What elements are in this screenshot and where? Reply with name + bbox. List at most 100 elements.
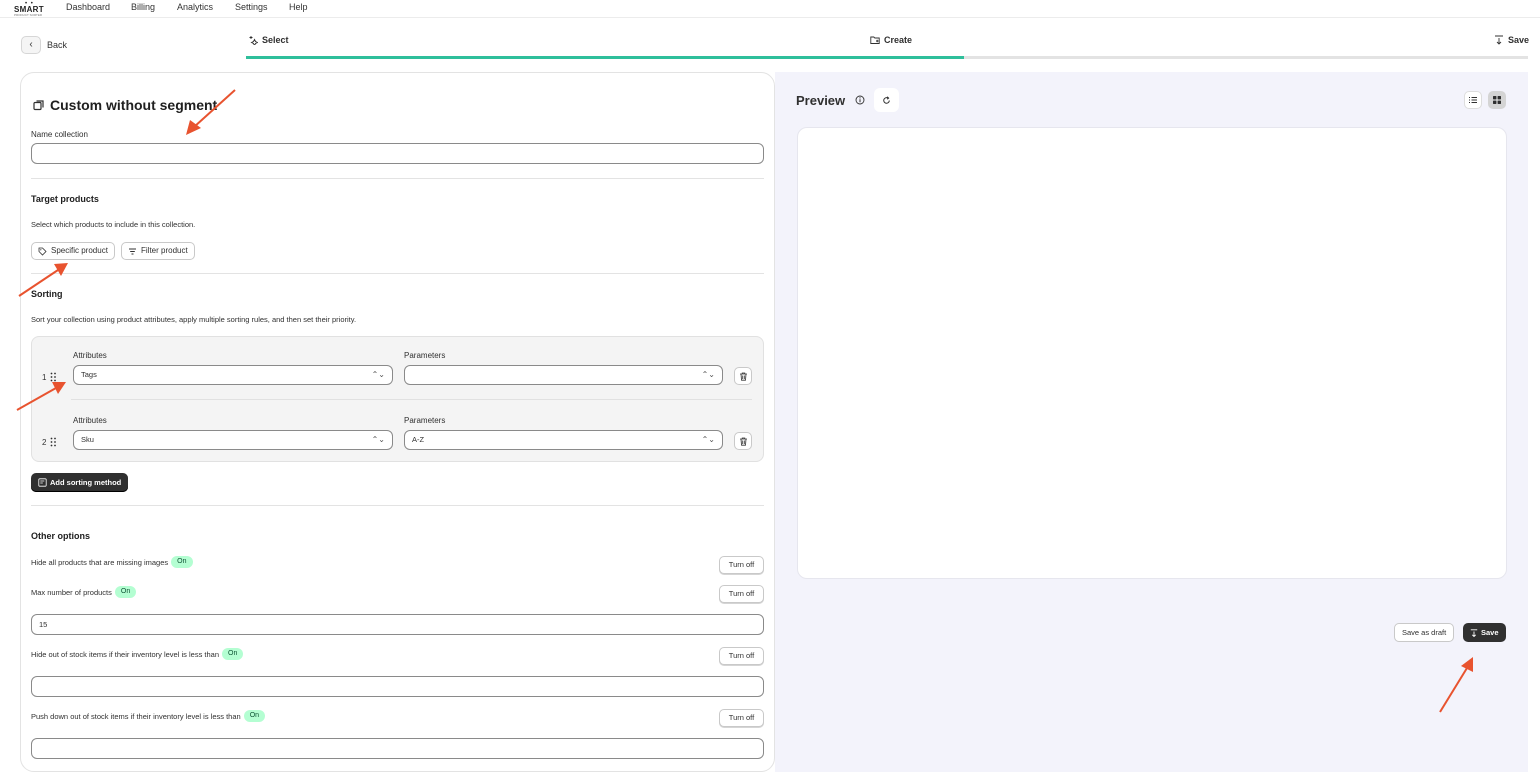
status-badge: On bbox=[243, 710, 266, 722]
progress-fill bbox=[246, 56, 964, 59]
page-title: Custom without segment bbox=[33, 97, 217, 113]
parameter-select[interactable]: A-Z ⌃⌄ bbox=[404, 430, 723, 450]
hide-inventory-threshold-input[interactable] bbox=[31, 676, 764, 697]
divider bbox=[31, 178, 764, 179]
list-view-toggle[interactable] bbox=[1464, 91, 1482, 109]
nav-link-settings[interactable]: Settings bbox=[235, 1, 268, 13]
nav-link-billing[interactable]: Billing bbox=[131, 1, 155, 13]
trash-icon bbox=[739, 372, 747, 381]
push-down-threshold-input[interactable] bbox=[31, 738, 764, 759]
back-label[interactable]: Back bbox=[47, 40, 67, 50]
status-badge: On bbox=[114, 586, 137, 598]
sort-row-handle[interactable]: 1 bbox=[42, 372, 57, 382]
target-products-description: Select which products to include in this… bbox=[31, 220, 196, 229]
divider bbox=[31, 505, 764, 506]
specific-product-button[interactable]: Specific product bbox=[31, 242, 115, 260]
download-icon bbox=[1495, 35, 1503, 45]
top-nav: • • SMART PRODUCT SORTER Dashboard Billi… bbox=[0, 0, 1540, 18]
save-as-draft-button[interactable]: Save as draft bbox=[1394, 623, 1455, 642]
option-max-products: Max number of products On bbox=[31, 586, 137, 598]
sparkle-icon bbox=[249, 36, 258, 45]
name-collection-input[interactable] bbox=[31, 143, 764, 164]
nav-link-dashboard[interactable]: Dashboard bbox=[66, 1, 110, 13]
turn-off-button[interactable]: Turn off bbox=[719, 647, 764, 665]
attribute-select[interactable]: Tags ⌃⌄ bbox=[73, 365, 393, 385]
step-save-label: Save bbox=[1508, 35, 1530, 45]
sort-row-handle[interactable]: 2 bbox=[42, 437, 57, 447]
select-chevron-icon: ⌃⌄ bbox=[371, 370, 385, 379]
option-label: Max number of products bbox=[31, 587, 112, 597]
select-chevron-icon: ⌃⌄ bbox=[371, 435, 385, 444]
option-label: Push down out of stock items if their in… bbox=[31, 711, 241, 721]
collection-icon bbox=[33, 99, 44, 110]
option-label: Hide out of stock items if their invento… bbox=[31, 649, 219, 659]
logo-subtitle: PRODUCT SORTER bbox=[14, 13, 43, 17]
option-hide-out-of-stock: Hide out of stock items if their invento… bbox=[31, 648, 244, 660]
info-icon[interactable] bbox=[855, 95, 865, 105]
step-select[interactable]: Select bbox=[248, 35, 289, 45]
step-create[interactable]: Create bbox=[870, 35, 912, 45]
specific-product-label: Specific product bbox=[51, 246, 108, 255]
max-products-input[interactable]: 15 bbox=[31, 614, 764, 635]
attributes-label: Attributes bbox=[73, 351, 107, 360]
turn-off-button[interactable]: Turn off bbox=[719, 556, 764, 574]
turn-off-button[interactable]: Turn off bbox=[719, 585, 764, 603]
grid-view-toggle[interactable] bbox=[1488, 91, 1506, 109]
drag-handle-icon bbox=[51, 437, 57, 447]
filter-product-label: Filter product bbox=[141, 246, 188, 255]
nav-link-analytics[interactable]: Analytics bbox=[177, 1, 213, 13]
add-sorting-method-button[interactable]: Add sorting method bbox=[31, 473, 129, 492]
tag-icon bbox=[38, 247, 47, 256]
app-logo[interactable]: • • SMART PRODUCT SORTER bbox=[14, 1, 44, 17]
step-save[interactable]: Save bbox=[1494, 35, 1529, 45]
attribute-value: Tags bbox=[81, 370, 97, 379]
attribute-select[interactable]: Sku ⌃⌄ bbox=[73, 430, 393, 450]
select-chevron-icon: ⌃⌄ bbox=[701, 370, 715, 379]
status-badge: On bbox=[171, 556, 193, 568]
sort-row-number: 1 bbox=[42, 372, 47, 382]
delete-sort-button[interactable] bbox=[734, 367, 752, 385]
preview-title: Preview bbox=[796, 93, 846, 108]
list-icon bbox=[1469, 97, 1477, 103]
status-badge: On bbox=[222, 648, 244, 660]
step-create-label: Create bbox=[884, 35, 913, 45]
option-push-down-out-of-stock: Push down out of stock items if their in… bbox=[31, 710, 266, 722]
download-icon bbox=[1470, 628, 1478, 637]
grid-icon bbox=[1493, 96, 1501, 104]
step-select-label: Select bbox=[262, 35, 289, 45]
parameters-label: Parameters bbox=[404, 416, 446, 425]
page-title-text: Custom without segment bbox=[50, 97, 218, 113]
filter-product-button[interactable]: Filter product bbox=[121, 242, 195, 260]
save-button[interactable]: Save bbox=[1463, 623, 1506, 642]
add-sorting-method-label: Add sorting method bbox=[50, 478, 122, 487]
parameter-select[interactable]: ⌃⌄ bbox=[404, 365, 723, 385]
preview-area bbox=[797, 127, 1507, 579]
attribute-value: Sku bbox=[81, 435, 94, 444]
add-list-icon bbox=[38, 478, 47, 487]
trash-icon bbox=[739, 437, 747, 446]
option-hide-missing-images: Hide all products that are missing image… bbox=[31, 556, 193, 568]
back-button[interactable]: ‹ bbox=[21, 36, 41, 54]
delete-sort-button[interactable] bbox=[734, 432, 752, 450]
drag-handle-icon bbox=[51, 372, 57, 382]
refresh-icon bbox=[883, 95, 890, 104]
sort-row-divider bbox=[71, 399, 752, 400]
divider bbox=[31, 273, 764, 274]
save-label: Save bbox=[1481, 628, 1499, 637]
target-products-heading: Target products bbox=[31, 194, 99, 204]
filter-icon bbox=[129, 248, 136, 254]
parameters-label: Parameters bbox=[404, 351, 446, 360]
attributes-label: Attributes bbox=[73, 416, 107, 425]
nav-link-help[interactable]: Help bbox=[289, 1, 308, 13]
folder-add-icon bbox=[870, 36, 880, 44]
select-chevron-icon: ⌃⌄ bbox=[701, 435, 715, 444]
option-label: Hide all products that are missing image… bbox=[31, 557, 169, 567]
progress-track bbox=[246, 56, 1528, 59]
refresh-button[interactable] bbox=[874, 88, 899, 112]
sorting-description: Sort your collection using product attri… bbox=[31, 315, 357, 324]
other-options-heading: Other options bbox=[31, 531, 90, 541]
name-collection-label: Name collection bbox=[31, 130, 88, 139]
turn-off-button[interactable]: Turn off bbox=[719, 709, 764, 727]
parameter-value: A-Z bbox=[412, 435, 425, 444]
chevron-left-icon: ‹ bbox=[29, 39, 33, 50]
